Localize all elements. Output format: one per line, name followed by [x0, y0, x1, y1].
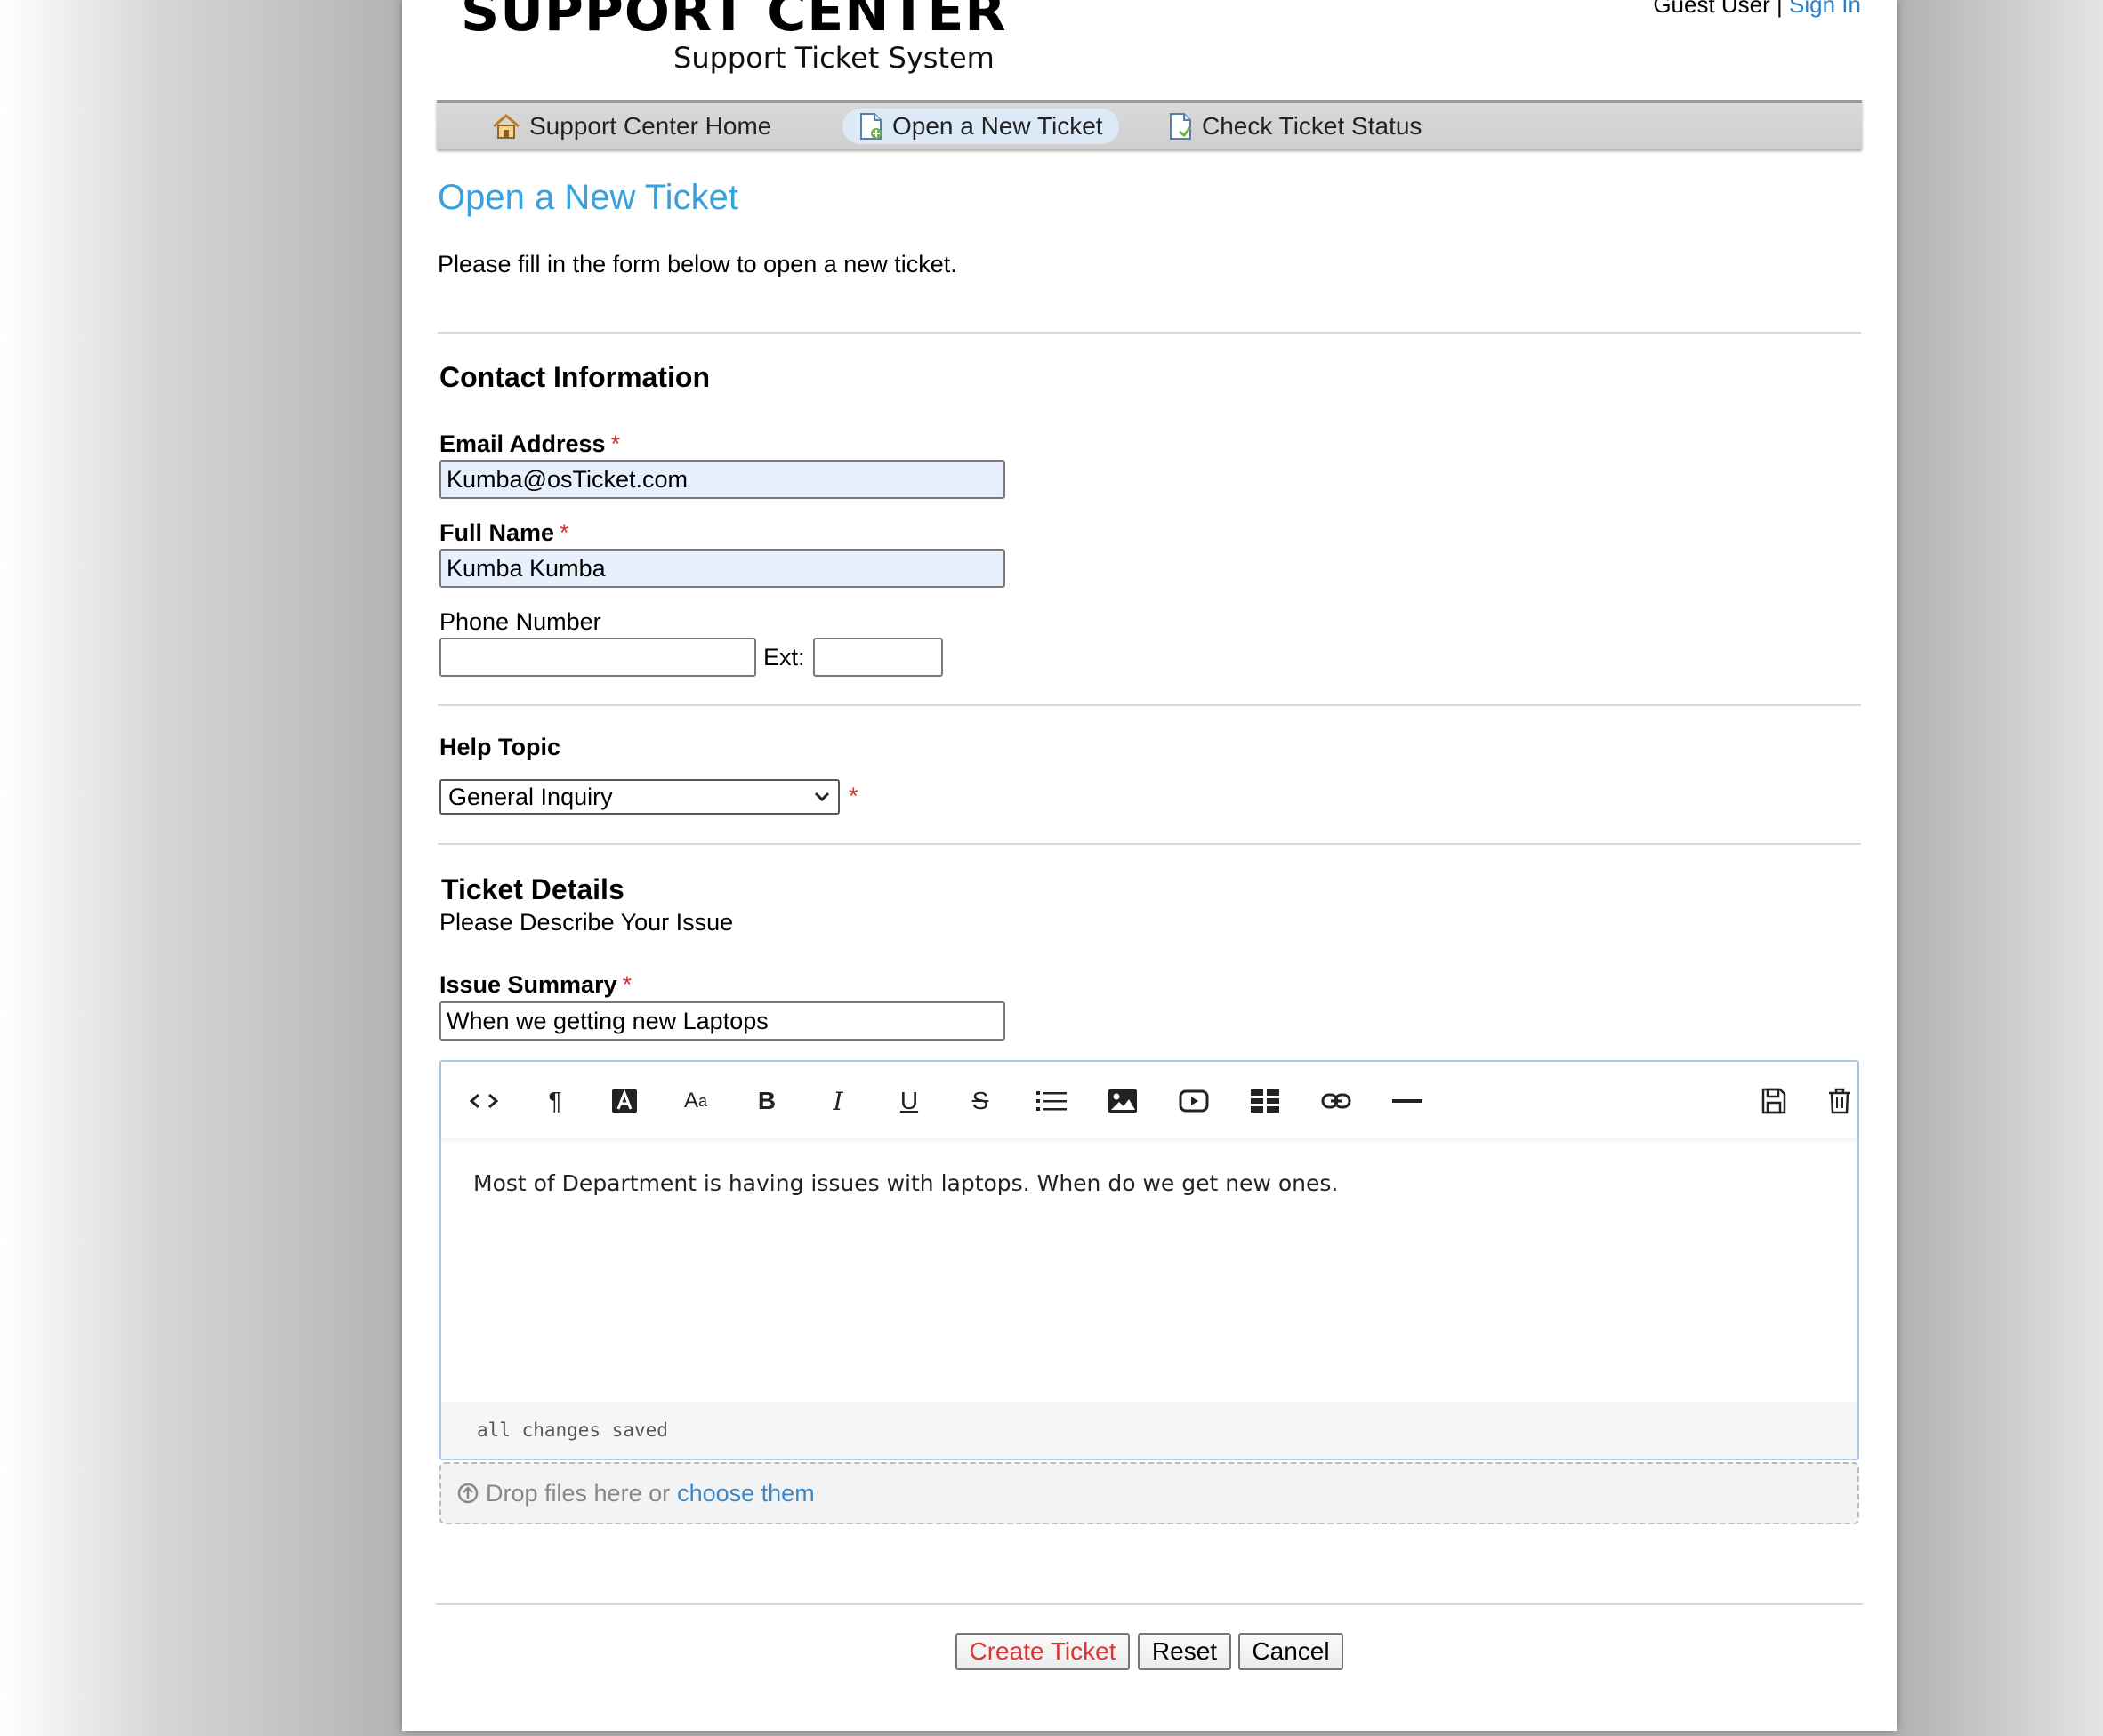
user-bar-separator: | [1777, 0, 1783, 18]
help-topic-selected: General Inquiry [448, 783, 613, 810]
nav-item-check-status[interactable]: Check Ticket Status [1152, 108, 1438, 144]
nav-item-new-ticket-label: Open a New Ticket [892, 112, 1103, 140]
table-icon[interactable] [1247, 1083, 1283, 1119]
user-bar: Guest User | Sign In [1653, 0, 1861, 19]
help-topic-select[interactable]: General Inquiry [439, 779, 840, 815]
save-draft-icon[interactable] [1756, 1083, 1792, 1119]
dropzone-text: Drop files here or [486, 1479, 671, 1507]
upload-icon [457, 1483, 479, 1504]
full-name-input[interactable] [439, 549, 1005, 588]
bold-icon[interactable]: B [749, 1083, 785, 1119]
message-editor[interactable]: ¶ Aa B I U S Most of Department is havin… [439, 1060, 1859, 1460]
delete-draft-icon[interactable] [1822, 1083, 1857, 1119]
phone-ext-input[interactable] [813, 638, 943, 677]
link-icon[interactable] [1318, 1083, 1354, 1119]
font-size-icon[interactable]: Aa [678, 1083, 713, 1119]
choose-files-link[interactable]: choose them [677, 1480, 815, 1507]
nav-item-check-status-label: Check Ticket Status [1202, 112, 1422, 140]
list-icon[interactable] [1034, 1083, 1069, 1119]
phone-input[interactable] [439, 638, 756, 677]
italic-icon[interactable]: I [820, 1083, 856, 1119]
full-name-label: Full Name * [439, 519, 569, 547]
contact-section-title: Contact Information [439, 361, 710, 393]
page-title: Open a New Ticket [438, 178, 738, 217]
underline-icon[interactable]: U [891, 1083, 927, 1119]
page-intro: Please fill in the form below to open a … [438, 251, 957, 277]
issue-summary-label-text: Issue Summary [439, 971, 617, 998]
divider [436, 1603, 1863, 1605]
divider [438, 332, 1861, 334]
reset-button[interactable]: Reset [1138, 1633, 1231, 1670]
issue-summary-label: Issue Summary * [439, 971, 632, 999]
divider [438, 704, 1861, 706]
email-input[interactable] [439, 460, 1005, 499]
required-marker: * [560, 519, 569, 546]
page-container: SUPPORT CENTER Support Ticket System Gue… [402, 0, 1897, 1731]
help-topic-title: Help Topic [439, 734, 561, 760]
ext-label: Ext: [763, 644, 805, 671]
home-icon [493, 114, 520, 139]
new-ticket-icon [860, 113, 882, 140]
horizontal-rule-icon[interactable] [1390, 1083, 1425, 1119]
guest-user-label: Guest User [1653, 0, 1770, 18]
nav-item-new-ticket[interactable]: Open a New Ticket [842, 108, 1119, 144]
editor-toolbar: ¶ Aa B I U S [441, 1062, 1857, 1138]
file-dropzone[interactable]: Drop files here or choose them [439, 1462, 1859, 1524]
phone-label: Phone Number [439, 608, 601, 635]
video-icon[interactable] [1176, 1083, 1212, 1119]
full-name-label-text: Full Name [439, 519, 555, 546]
ticket-status-icon [1170, 113, 1192, 140]
sign-in-link[interactable]: Sign In [1789, 0, 1861, 18]
logo-title: SUPPORT CENTER [461, 0, 1007, 44]
html-icon[interactable] [466, 1083, 502, 1119]
required-marker: * [849, 783, 858, 809]
chevron-down-icon [814, 792, 830, 802]
paragraph-icon[interactable]: ¶ [537, 1083, 573, 1119]
create-ticket-button[interactable]: Create Ticket [955, 1633, 1130, 1670]
editor-content[interactable]: Most of Department is having issues with… [473, 1170, 1338, 1196]
divider [438, 843, 1861, 845]
issue-summary-input[interactable] [439, 1001, 1005, 1041]
ticket-details-subtitle: Please Describe Your Issue [439, 909, 734, 936]
strikethrough-icon[interactable]: S [963, 1083, 998, 1119]
nav-item-home[interactable]: Support Center Home [476, 108, 787, 144]
required-marker: * [622, 971, 633, 998]
logo-subtitle: Support Ticket System [673, 41, 995, 75]
required-marker: * [610, 430, 621, 457]
nav-item-home-label: Support Center Home [529, 112, 772, 140]
cancel-button[interactable]: Cancel [1238, 1633, 1343, 1670]
image-icon[interactable] [1105, 1083, 1140, 1119]
main-nav: Support Center Home Open a New Ticket Ch… [437, 100, 1862, 149]
ticket-details-title: Ticket Details [441, 873, 624, 905]
email-label-text: Email Address [439, 430, 606, 457]
editor-save-status: all changes saved [441, 1402, 1857, 1459]
email-label: Email Address * [439, 430, 620, 458]
text-color-icon[interactable] [607, 1083, 642, 1119]
